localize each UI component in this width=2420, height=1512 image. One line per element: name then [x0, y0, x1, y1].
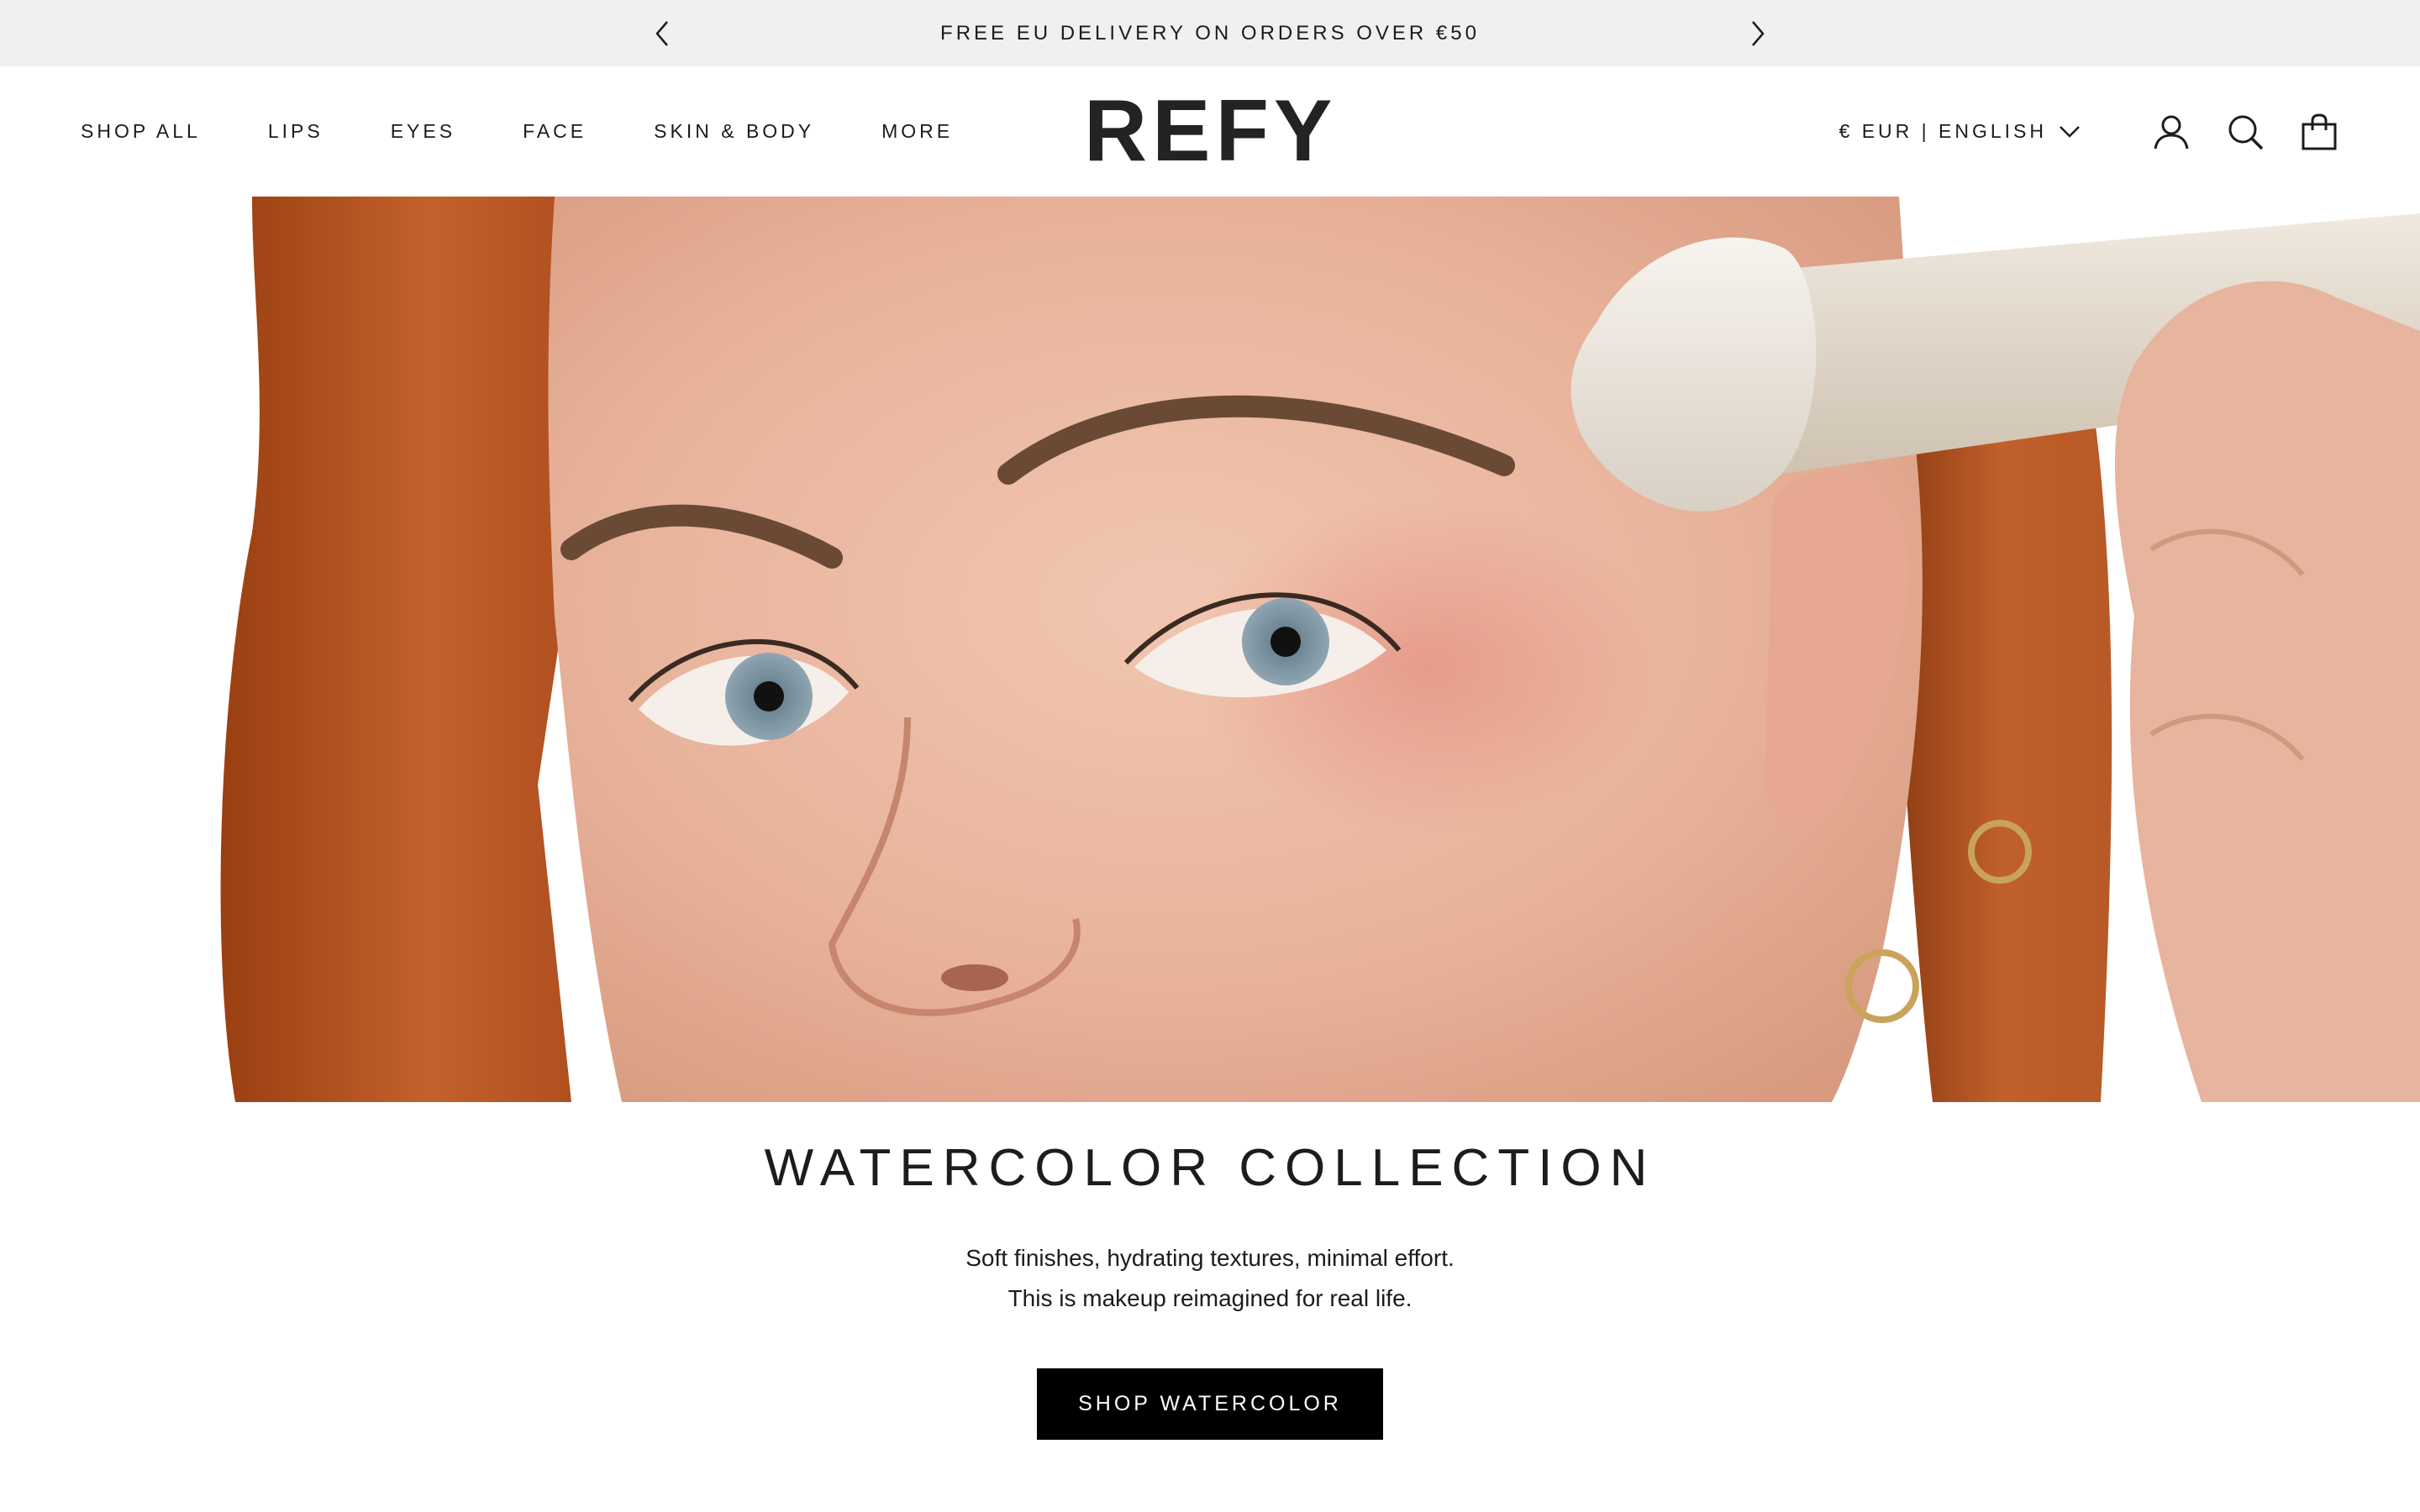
chevron-right-icon[interactable] [1743, 18, 1773, 49]
hero-portrait [0, 197, 2420, 1102]
main-nav: SHOP ALL LIPS EYES FACE SKIN & BODY MORE [81, 66, 1020, 197]
chevron-down-icon [2059, 125, 2081, 139]
brand-logo[interactable]: REFY [1084, 87, 1336, 175]
nav-item-face[interactable]: FACE [523, 120, 587, 143]
account-icon[interactable] [2151, 112, 2191, 152]
nav-item-lips[interactable]: LIPS [268, 120, 324, 143]
nav-item-skin-body[interactable]: SKIN & BODY [654, 120, 814, 143]
nav-item-eyes[interactable]: EYES [391, 120, 455, 143]
locale-selector[interactable]: € EUR | ENGLISH [1839, 120, 2081, 143]
search-icon[interactable] [2225, 112, 2265, 152]
header-actions: € EUR | ENGLISH [1839, 66, 2339, 197]
collection-desc-line-1: Soft finishes, hydrating textures, minim… [965, 1245, 1455, 1271]
collection-description: Soft finishes, hydrating textures, minim… [0, 1238, 2420, 1319]
hero-image[interactable] [0, 197, 2420, 1102]
cart-icon[interactable] [2299, 112, 2339, 152]
shop-watercolor-button[interactable]: SHOP WATERCOLOR [1037, 1368, 1383, 1440]
site-header: SHOP ALL LIPS EYES FACE SKIN & BODY MORE… [0, 66, 2420, 197]
locale-label: € EUR | ENGLISH [1839, 120, 2047, 142]
collection-desc-line-2: This is makeup reimagined for real life. [1007, 1285, 1413, 1311]
nav-item-shop-all[interactable]: SHOP ALL [81, 120, 201, 143]
nav-item-more[interactable]: MORE [881, 120, 953, 143]
collection-title: WATERCOLOR COLLECTION [764, 1139, 1656, 1197]
announcement-bar: FREE EU DELIVERY ON ORDERS OVER €50 [0, 0, 2420, 66]
announcement-text: FREE EU DELIVERY ON ORDERS OVER €50 [940, 22, 1480, 45]
